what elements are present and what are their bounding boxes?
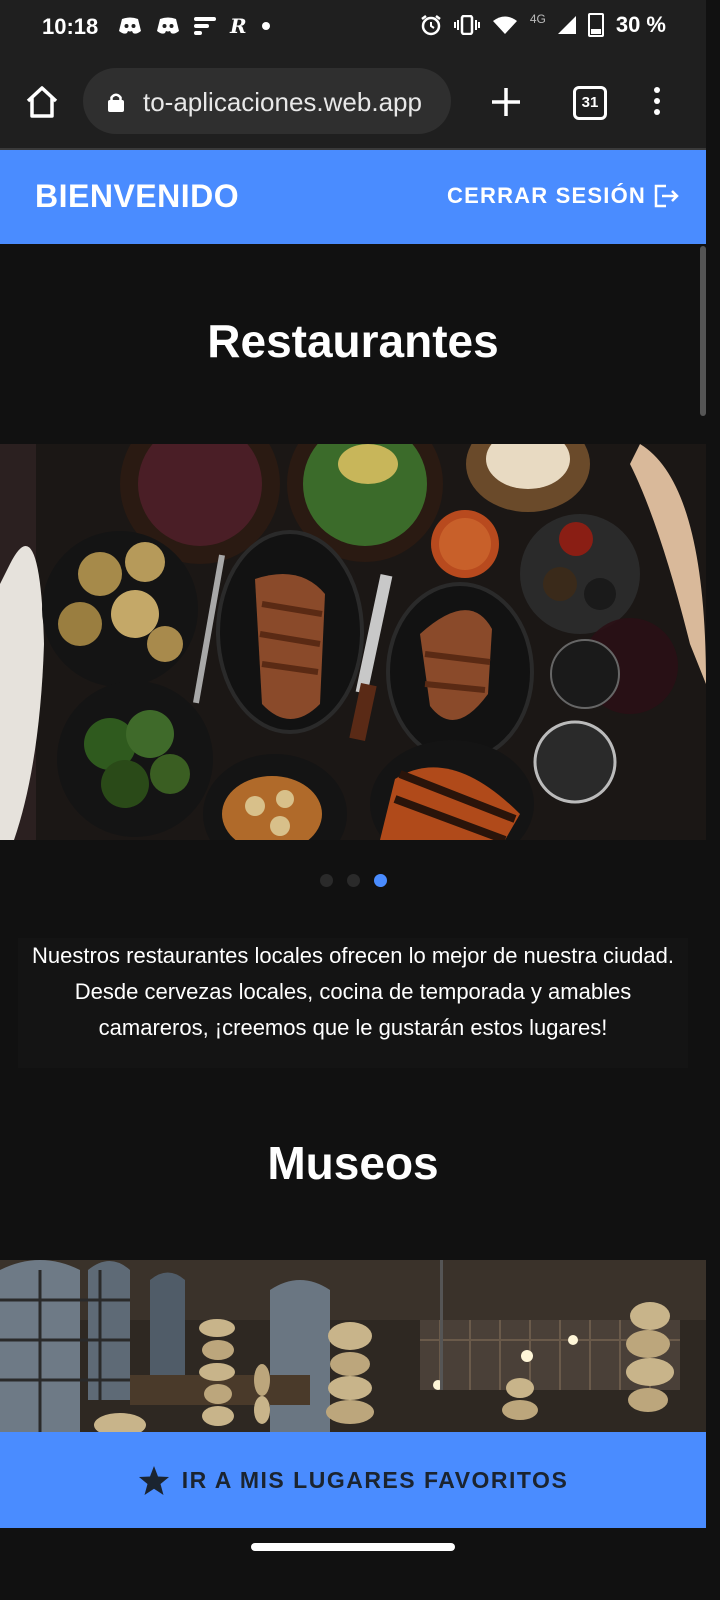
lock-icon (108, 93, 124, 112)
app-header: BIENVENIDO CERRAR SESIÓN (0, 150, 706, 244)
home-indicator[interactable] (251, 1543, 455, 1551)
status-bar: 10:18 R 4G 30 % (0, 0, 706, 56)
go-to-favorites-button[interactable]: IR A MIS LUGARES FAVORITOS (0, 1432, 706, 1528)
carousel-dot-active[interactable] (374, 874, 387, 887)
logout-button[interactable]: CERRAR SESIÓN (447, 182, 680, 210)
carousel-dot[interactable] (347, 874, 360, 887)
dot-icon (261, 22, 270, 30)
carousel-indicators (320, 874, 387, 887)
battery-icon (587, 13, 604, 37)
browser-toolbar: to-aplicaciones.web.app 31 (0, 56, 706, 150)
url-text[interactable]: to-aplicaciones.web.app (143, 87, 422, 118)
logout-label: CERRAR SESIÓN (447, 183, 646, 208)
signal-icon (557, 16, 576, 34)
address-bar[interactable]: to-aplicaciones.web.app (83, 68, 451, 134)
museum-hall-photo[interactable] (0, 1260, 706, 1432)
restaurantes-description: Nuestros restaurantes locales ofrecen lo… (18, 938, 688, 1068)
star-icon (138, 1466, 169, 1495)
status-time: 10:18 (42, 14, 99, 39)
plus-icon[interactable] (488, 84, 524, 120)
battery-percent: 30 % (615, 12, 666, 37)
notification-icons: R (118, 12, 271, 40)
discord-icon (119, 17, 141, 34)
section-title-museos: Museos (267, 1137, 439, 1189)
alarm-icon (421, 15, 441, 36)
favorites-label: IR A MIS LUGARES FAVORITOS (181, 1466, 569, 1493)
restaurant-food-photo[interactable] (0, 444, 706, 840)
carousel-dot[interactable] (320, 874, 333, 887)
vibrate-icon (453, 15, 480, 35)
system-nav-area (0, 1528, 706, 1568)
more-menu-icon[interactable] (648, 84, 666, 120)
logout-icon (654, 184, 679, 208)
section-title-restaurantes: Restaurantes (207, 315, 499, 367)
r-app-icon: R (230, 14, 247, 38)
network-type: 4G (529, 12, 546, 26)
feed-icon (194, 17, 216, 35)
system-icons: 4G 30 % (420, 12, 666, 38)
wifi-icon (492, 16, 517, 34)
home-icon[interactable] (22, 82, 62, 122)
app-title: BIENVENIDO (35, 178, 240, 214)
scrollbar[interactable] (700, 246, 706, 416)
tab-switcher-button[interactable]: 31 (573, 86, 607, 120)
discord-icon (157, 17, 179, 34)
